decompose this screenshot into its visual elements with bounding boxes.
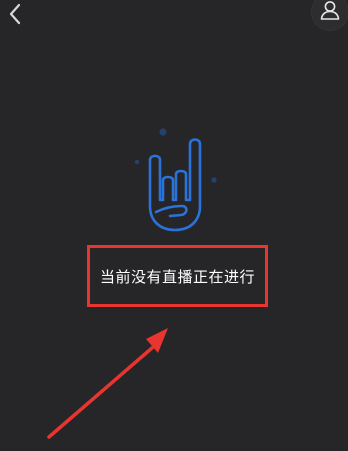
live-empty-screen: 当前没有直播正在进行 xyxy=(0,0,348,451)
chevron-left-icon xyxy=(8,3,22,29)
back-button[interactable] xyxy=(2,2,28,30)
user-icon xyxy=(319,0,341,25)
rock-hand-icon xyxy=(130,124,220,236)
empty-state-message: 当前没有直播正在进行 xyxy=(99,267,255,286)
profile-button[interactable] xyxy=(312,0,348,30)
